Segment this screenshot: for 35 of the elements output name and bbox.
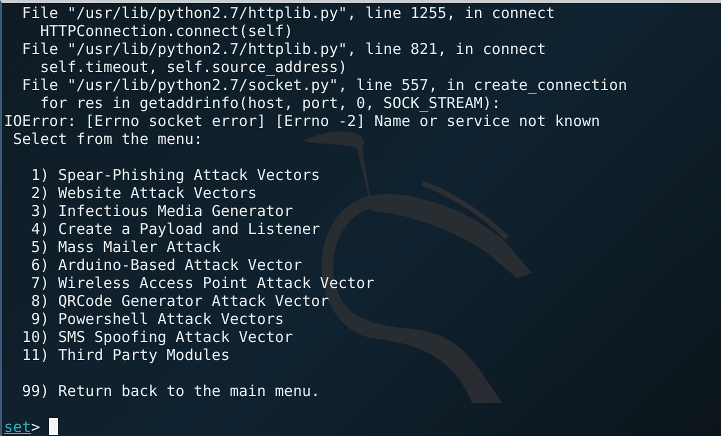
output-line: for res in getaddrinfo(host, port, 0, SOCK_STREAM):: [39, 94, 502, 112]
menu-option: Mass Mailer Attack: [58, 238, 221, 256]
prompt-name: set: [4, 418, 32, 436]
menu-option: Wireless Access Point Attack Vector: [58, 274, 374, 292]
menu-option: Arduino-Based Attack Vector: [58, 256, 302, 274]
menu-number: 10): [21, 328, 50, 346]
menu-number: 6): [30, 256, 50, 274]
menu-number: 9): [30, 310, 50, 328]
menu-option: Third Party Modules: [58, 346, 230, 364]
menu-number: 1): [30, 166, 50, 184]
menu-number: 11): [21, 346, 50, 364]
menu-number: 3): [30, 202, 50, 220]
output-line: Select from the menu:: [12, 130, 204, 148]
menu-number: 4): [30, 220, 50, 238]
menu-number: 8): [30, 292, 50, 310]
menu-number: 5): [30, 238, 50, 256]
menu-option: Create a Payload and Listener: [58, 220, 320, 238]
output-line: File "/usr/lib/python2.7/httplib.py", line 1255, in connect: [21, 4, 556, 22]
output-line: File "/usr/lib/python2.7/socket.py", line 557, in create_connection: [21, 76, 628, 94]
output-line: self.timeout, self.source_address): [39, 58, 348, 76]
menu-number: 2): [30, 184, 50, 202]
output-line: File "/usr/lib/python2.7/httplib.py", line 821, in connect: [21, 40, 547, 58]
menu-option: Infectious Media Generator: [58, 202, 293, 220]
menu-option: QRCode Generator Attack Vector: [58, 292, 330, 310]
menu-option: Powershell Attack Vectors: [58, 310, 284, 328]
output-line: IOError: [Errno socket error] [Errno -2] Name or service not known: [4, 112, 602, 130]
output-line: HTTPConnection.connect(self): [39, 22, 294, 40]
menu-option: Spear-Phishing Attack Vectors: [58, 166, 320, 184]
menu-number: 99): [21, 382, 50, 400]
menu-option: Return back to the main menu.: [58, 382, 320, 400]
menu-option: Website Attack Vectors: [58, 184, 257, 202]
prompt-symbol: >: [31, 418, 40, 436]
text-cursor[interactable]: [49, 418, 58, 435]
menu-number: 7): [30, 274, 50, 292]
menu-option: SMS Spoofing Attack Vector: [58, 328, 293, 346]
